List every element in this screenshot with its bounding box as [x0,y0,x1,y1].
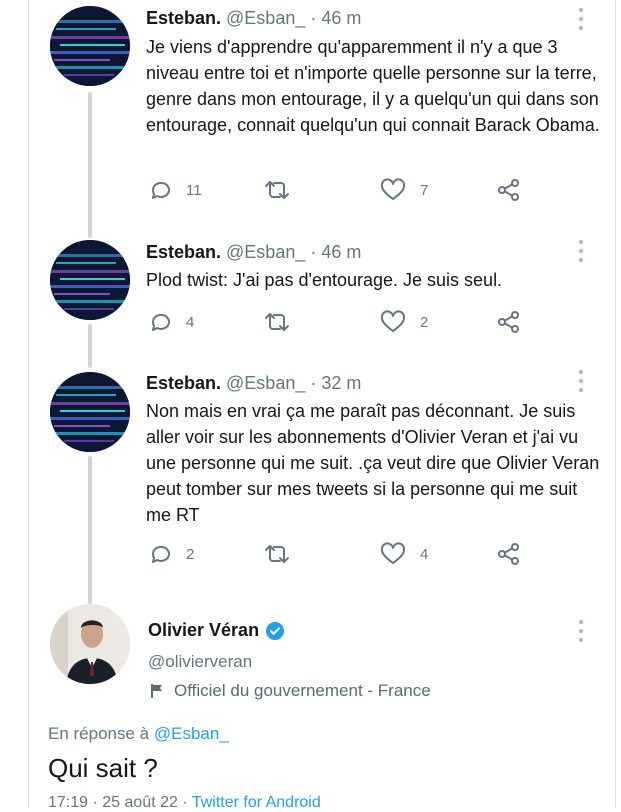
more-vertical-icon[interactable] [576,8,586,30]
like-button[interactable]: 2 [380,308,428,336]
reply-count: 11 [186,181,202,199]
handle[interactable]: @olivierveran [148,652,252,672]
share-button[interactable] [496,176,536,204]
retweet-icon [265,545,289,563]
timestamp-text: 17:19 · 25 août 22 · [48,794,192,811]
flag-icon [151,684,162,698]
tweet-text: Qui sait ? [48,753,158,783]
reply-bubble-icon [151,545,170,563]
retweet-button[interactable] [262,308,306,336]
reply-bubble-icon [151,181,170,199]
tweet-header: Esteban. @Esban_ · 46 m [146,242,361,263]
tweet-text: Plod twist: J'ai pas d'entourage. Je sui… [146,270,503,290]
tweet-header: Esteban. @Esban_ · 46 m [146,8,361,29]
label-text: Officiel du gouvernement - France [174,681,431,700]
source-link[interactable]: Twitter for Android [192,794,321,811]
reply-count: 2 [186,545,195,563]
tweet-actions: 2 4 [146,540,546,568]
avatar-image [50,372,130,452]
handle-time: @Esban_ · 32 m [221,373,362,393]
thread-line [88,324,92,368]
tweet-text: Je viens d'apprendre qu'apparemment il n… [146,37,600,135]
retweet-button[interactable] [262,540,306,568]
tweet-header: Esteban. @Esban_ · 32 m [146,373,361,394]
like-button[interactable]: 4 [380,540,428,568]
share-icon [498,543,519,565]
like-count: 7 [420,181,429,199]
reply-count: 4 [186,313,195,331]
share-button[interactable] [496,308,536,336]
handle-time: @Esban_ · 46 m [221,242,362,262]
more-vertical-icon[interactable] [576,370,586,392]
avatar-image [50,6,130,86]
display-name[interactable]: Olivier Véran [148,620,285,641]
reply-prefix: En réponse à [48,724,154,743]
avatar[interactable] [50,240,130,320]
tweet-timestamp: 17:19 · 25 août 22 · Twitter for Android [48,794,321,812]
verified-badge-icon [266,621,285,640]
more-vertical-icon[interactable] [576,620,586,642]
share-icon [498,179,519,201]
reply-bubble-icon [151,313,170,331]
government-label: Officiel du gouvernement - France [148,681,431,701]
avatar[interactable] [50,372,130,452]
reply-button[interactable]: 4 [148,308,194,336]
tweet-text: Non mais en vrai ça me paraît pas déconn… [146,401,600,525]
display-name[interactable]: Esteban. [146,8,221,28]
retweet-icon [265,313,289,331]
like-count: 2 [420,313,429,331]
avatar[interactable] [50,604,130,684]
reply-handle-link[interactable]: @Esban_ [154,724,229,743]
like-count: 4 [420,545,429,563]
thread-line [88,456,92,604]
tweet-actions: 4 2 [146,308,546,336]
display-name[interactable]: Esteban. [146,373,221,393]
reply-button[interactable]: 2 [148,540,194,568]
heart-icon [380,542,406,564]
display-name[interactable]: Esteban. [146,242,221,262]
heart-icon [380,178,406,200]
heart-icon [380,310,406,332]
retweet-icon [265,181,289,199]
thread-line [88,92,92,238]
tweet-actions: 11 7 [146,176,546,204]
retweet-button[interactable] [262,176,306,204]
display-name-text: Olivier Véran [148,620,260,640]
reply-button[interactable]: 11 [148,176,202,204]
avatar-photo [50,604,130,684]
share-button[interactable] [496,540,536,568]
more-vertical-icon[interactable] [576,240,586,262]
handle-time: @Esban_ · 46 m [221,8,362,28]
reply-context: En réponse à @Esban_ [48,724,229,744]
avatar[interactable] [50,6,130,86]
avatar-image [50,240,130,320]
share-icon [498,311,519,333]
like-button[interactable]: 7 [380,176,428,204]
